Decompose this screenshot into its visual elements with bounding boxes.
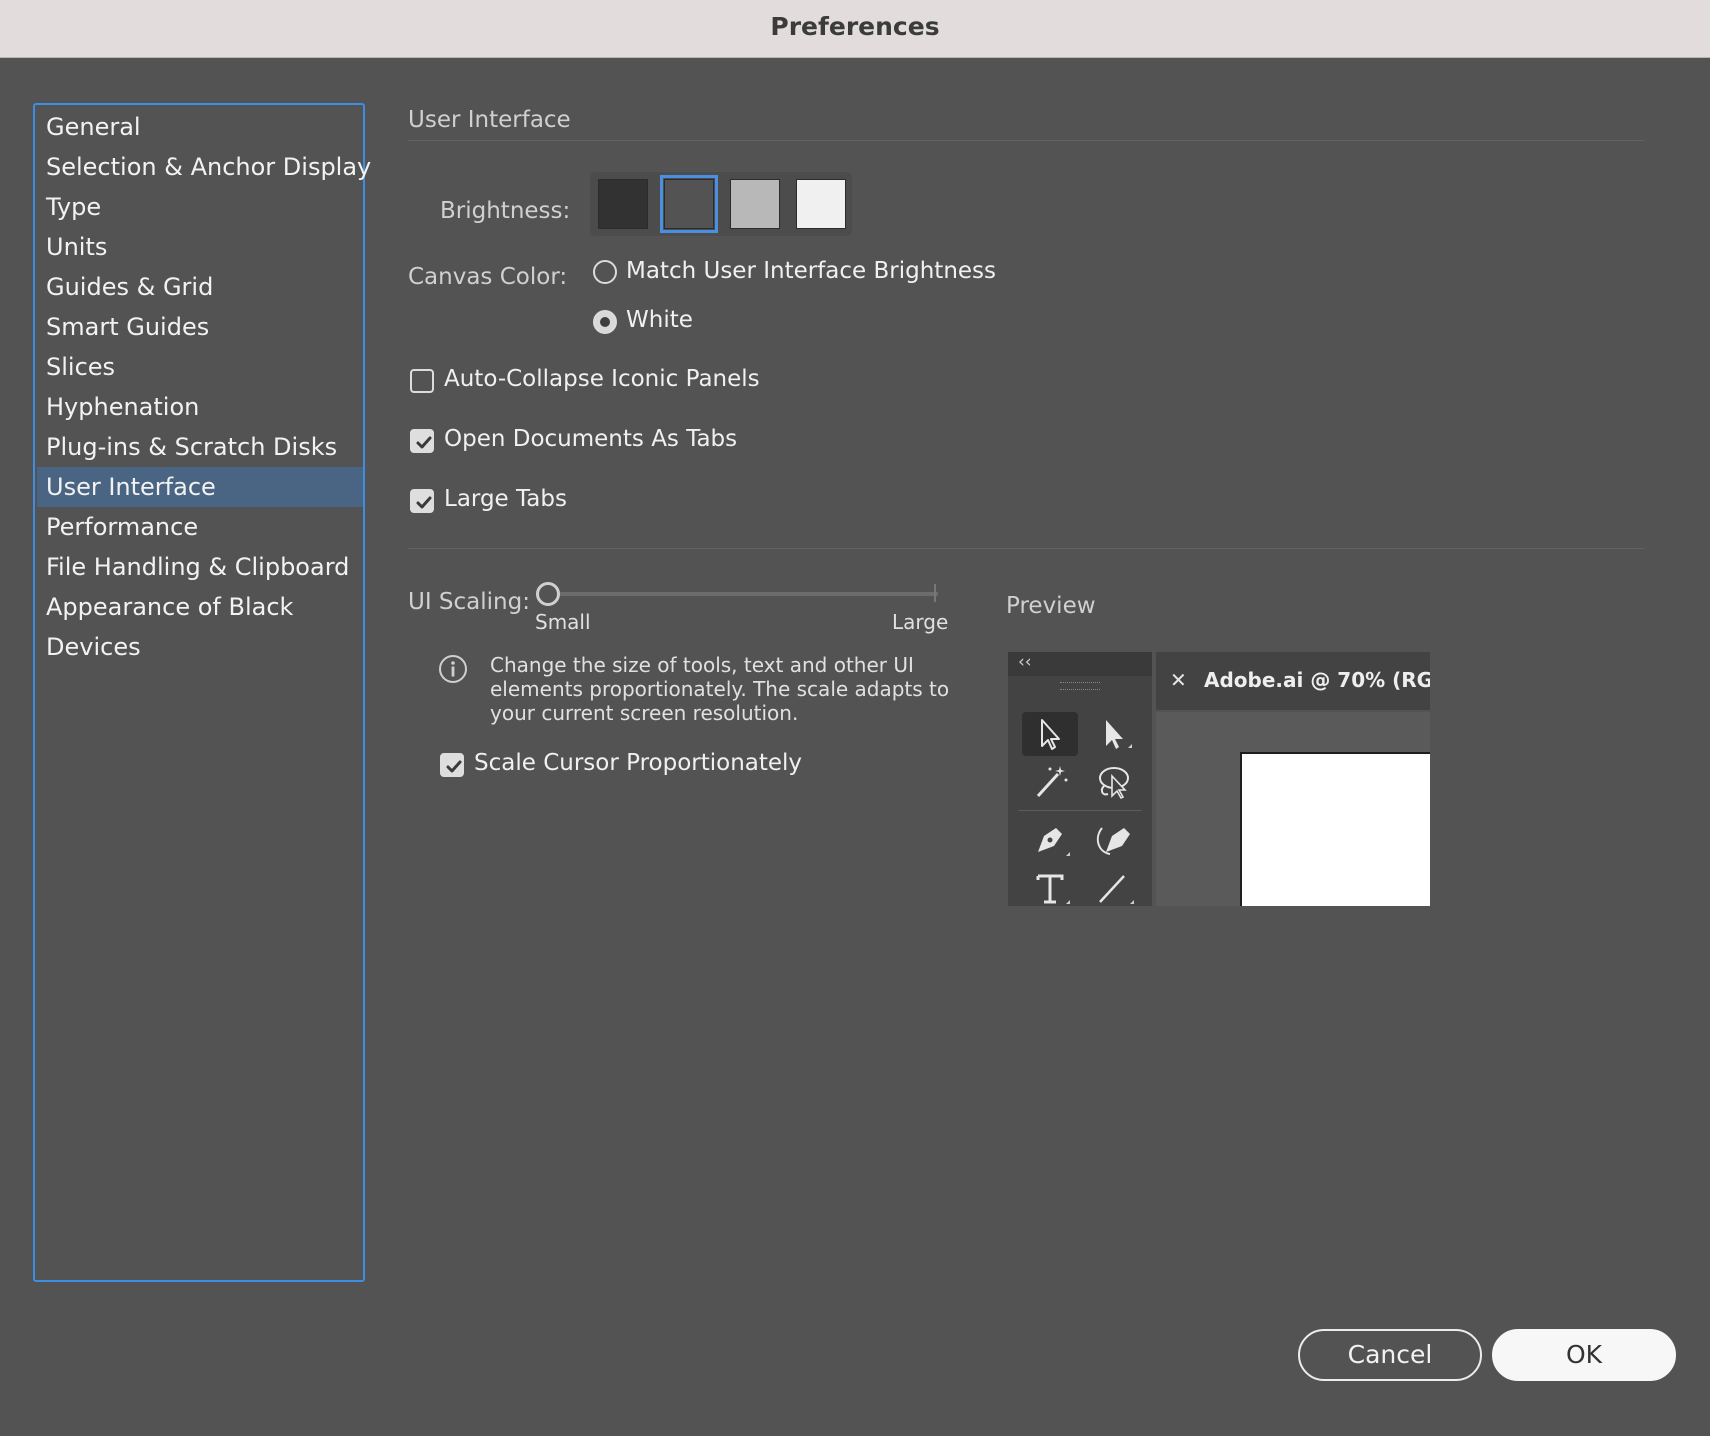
auto-collapse-label[interactable]: Auto-Collapse Iconic Panels xyxy=(444,366,760,392)
sidebar-item-slices[interactable]: Slices xyxy=(37,347,363,387)
sidebar-item-file-handling-clipboard[interactable]: File Handling & Clipboard xyxy=(37,547,363,587)
ui-scaling-info-line-2: elements proportionately. The scale adap… xyxy=(490,677,950,701)
ui-scaling-max-label: Large xyxy=(892,610,949,634)
ui-scaling-info-line-1: Change the size of tools, text and other… xyxy=(490,653,914,677)
sidebar-item-user-interface[interactable]: User Interface xyxy=(37,467,363,507)
line-segment-tool-icon xyxy=(1084,864,1140,906)
ui-scaling-slider-thumb[interactable] xyxy=(536,582,560,606)
section-divider-2 xyxy=(408,548,1644,549)
window-title: Preferences xyxy=(770,12,940,41)
canvas-color-match-radio[interactable] xyxy=(593,260,617,284)
sidebar-item-smart-guides[interactable]: Smart Guides xyxy=(37,307,363,347)
large-tabs-label[interactable]: Large Tabs xyxy=(444,486,567,512)
sidebar-item-hyphenation[interactable]: Hyphenation xyxy=(37,387,363,427)
title-bar: Preferences xyxy=(0,0,1710,58)
sidebar-item-appearance-of-black[interactable]: Appearance of Black xyxy=(37,587,363,627)
preferences-dialog: Preferences General Selection & Anchor D… xyxy=(0,0,1710,1436)
ui-scaling-slider-track[interactable] xyxy=(560,592,938,596)
section-divider xyxy=(408,140,1644,141)
toolbar-divider xyxy=(1018,810,1142,811)
preview-label: Preview xyxy=(1006,593,1096,619)
scale-cursor-checkbox[interactable] xyxy=(440,753,464,777)
grip-icon xyxy=(1060,682,1100,690)
preview-panel: ‹‹ ✕ Adobe.ai @ 70% (RG xyxy=(1008,652,1430,906)
checkmark-icon xyxy=(446,760,462,773)
sidebar-item-plugins-scratch-disks[interactable]: Plug-ins & Scratch Disks xyxy=(37,427,363,467)
magic-wand-tool-icon xyxy=(1022,760,1078,804)
preview-toolbar-header: ‹‹ xyxy=(1008,652,1152,676)
sidebar-item-type[interactable]: Type xyxy=(37,187,363,227)
brightness-swatch-medium-light[interactable] xyxy=(730,179,780,229)
selection-tool-icon xyxy=(1022,712,1078,756)
brightness-label: Brightness: xyxy=(440,198,571,224)
canvas-color-match-label[interactable]: Match User Interface Brightness xyxy=(626,258,996,284)
ok-button[interactable]: OK xyxy=(1492,1329,1676,1381)
sidebar-item-general[interactable]: General xyxy=(37,107,363,147)
pen-tool-icon xyxy=(1022,818,1078,862)
collapse-icon: ‹‹ xyxy=(1018,652,1032,672)
sidebar-item-devices[interactable]: Devices xyxy=(37,627,363,667)
checkmark-icon xyxy=(416,496,432,509)
sidebar-item-performance[interactable]: Performance xyxy=(37,507,363,547)
type-tool-icon xyxy=(1022,864,1078,906)
preview-toolbar: ‹‹ xyxy=(1008,652,1152,906)
section-title: User Interface xyxy=(408,107,571,133)
auto-collapse-checkbox[interactable] xyxy=(410,369,434,393)
preview-artboard xyxy=(1240,752,1430,906)
ui-scaling-min-label: Small xyxy=(535,610,591,634)
open-as-tabs-checkbox[interactable] xyxy=(410,429,434,453)
canvas-color-white-radio[interactable] xyxy=(593,310,617,334)
preview-document-tab: ✕ Adobe.ai @ 70% (RGB/ xyxy=(1156,652,1430,710)
large-tabs-checkbox[interactable] xyxy=(410,489,434,513)
sidebar-item-selection-anchor-display[interactable]: Selection & Anchor Display xyxy=(37,147,371,187)
brightness-swatches xyxy=(590,172,852,236)
curvature-tool-icon xyxy=(1084,818,1140,862)
info-icon xyxy=(438,654,468,684)
brightness-swatch-medium-dark[interactable] xyxy=(660,175,718,233)
canvas-color-label: Canvas Color: xyxy=(408,264,568,290)
open-as-tabs-label[interactable]: Open Documents As Tabs xyxy=(444,426,737,452)
sidebar-item-guides-grid[interactable]: Guides & Grid xyxy=(37,267,363,307)
brightness-swatch-lightest[interactable] xyxy=(796,179,846,229)
direct-selection-tool-icon xyxy=(1084,712,1140,756)
cancel-button[interactable]: Cancel xyxy=(1298,1329,1482,1381)
preview-document-title: Adobe.ai @ 70% (RGB/ xyxy=(1204,668,1430,692)
preview-canvas xyxy=(1156,712,1430,906)
scale-cursor-label[interactable]: Scale Cursor Proportionately xyxy=(474,750,802,776)
close-icon: ✕ xyxy=(1170,668,1187,692)
checkmark-icon xyxy=(416,436,432,449)
sidebar-item-units[interactable]: Units xyxy=(37,227,363,267)
ui-scaling-slider-end-tick xyxy=(934,584,936,602)
ui-scaling-label: UI Scaling: xyxy=(408,589,530,615)
ui-scaling-info-line-3: your current screen resolution. xyxy=(490,701,799,725)
category-list[interactable]: General Selection & Anchor Display Type … xyxy=(33,103,371,1282)
canvas-color-white-label[interactable]: White xyxy=(626,307,693,333)
lasso-tool-icon xyxy=(1084,760,1140,804)
brightness-swatch-darkest[interactable] xyxy=(598,179,648,229)
